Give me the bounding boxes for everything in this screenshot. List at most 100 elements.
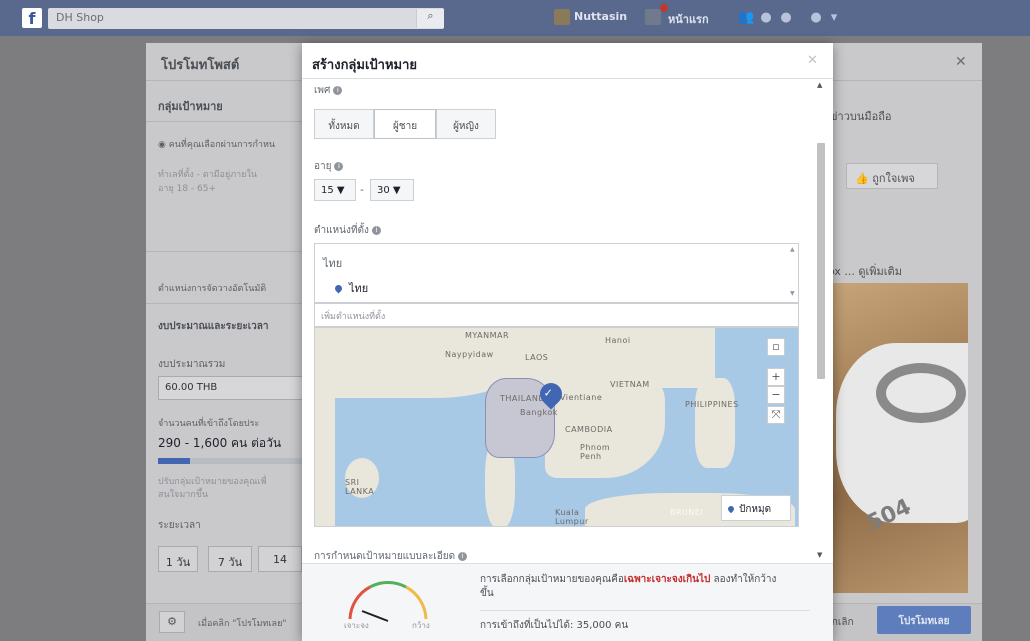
scroll-down-arrow[interactable]: ▼ xyxy=(817,551,822,559)
location-label: ตำแหน่งที่ตั้ง i xyxy=(314,223,381,238)
duration-1-day-button[interactable]: 1 วัน xyxy=(158,546,198,572)
reach-label: จำนวนคนที่เข้าถึงโดยประ xyxy=(158,419,260,429)
map-label-myanmar: MYANMAR xyxy=(465,331,510,340)
promote-post-title: โปรโมทโพสต์ xyxy=(161,58,240,73)
location-list-scrollbar[interactable]: ▲ ▼ xyxy=(789,246,797,300)
info-icon[interactable]: i xyxy=(334,161,344,171)
location-pin-icon xyxy=(333,283,344,294)
map-label-laos: LAOS xyxy=(525,353,549,362)
map-label-vientiane: Vientiane xyxy=(560,393,603,402)
scroll-up-arrow[interactable]: ▲ xyxy=(817,81,822,89)
age-max-select[interactable]: 30 ▼ xyxy=(370,179,414,201)
footer-terms-text: เมื่อคลิก "โปรโมทเลย" xyxy=(198,619,287,629)
reach-msg-highlight: เฉพาะเจาะจงเกินไป xyxy=(623,574,711,585)
location-list[interactable]: ไทย ไทย ▲ ▼ xyxy=(314,243,799,303)
info-icon[interactable]: i xyxy=(458,551,468,561)
age-min-select[interactable]: 15 ▼ xyxy=(314,179,356,201)
reach-note: ปรับกลุ่มเป้าหมายของคุณเพื่ xyxy=(158,477,267,487)
user-avatar[interactable] xyxy=(554,9,570,25)
detailed-targeting-label: การกำหนดเป้าหมายแบบละเอียด i xyxy=(314,549,468,563)
map-zoom-out-button[interactable]: − xyxy=(767,386,785,404)
location-selected-item[interactable]: ไทย xyxy=(333,279,369,297)
user-name-link[interactable]: Nuttasin xyxy=(574,10,627,23)
divider xyxy=(146,121,302,122)
magnifier-icon: ⌕ xyxy=(427,9,434,22)
location-map[interactable]: MYANMAR Naypyidaw LAOS Hanoi Vientiane V… xyxy=(314,327,799,527)
potential-reach: การเข้าถึงที่เป็นไปได้: 35,000 คน xyxy=(480,620,629,631)
promote-close-icon[interactable]: ✕ xyxy=(955,54,967,70)
like-page-label: ถูกใจเพจ xyxy=(872,172,915,185)
budget-input[interactable]: 60.00 THB xyxy=(158,376,308,400)
gender-female-button[interactable]: ผู้หญิง xyxy=(436,109,496,139)
audience-definition-message: การเลือกกลุ่มเป้าหมายของคุณคือเฉพาะเจาะจ… xyxy=(480,573,780,601)
facebook-logo-icon[interactable]: f xyxy=(22,8,42,28)
modal-body: เพศ i ทั้งหมด ผู้ชาย ผู้หญิง อายุ i 15 ▼ -… xyxy=(302,79,833,563)
age-separator: - xyxy=(360,183,364,196)
settings-gear-button[interactable]: ⚙ xyxy=(159,611,185,633)
modal-header: สร้างกลุ่มเป้าหมาย ✕ xyxy=(302,43,833,79)
messages-icon[interactable]: ● xyxy=(758,10,774,26)
budget-label: งบประมาณรวม xyxy=(158,359,226,370)
audience-radio-option[interactable]: ◉ คนที่คุณเลือกผ่านการกำหน xyxy=(158,137,275,151)
divider xyxy=(146,251,302,252)
globe-icon[interactable]: ● xyxy=(778,10,794,26)
gauge-broad-label: กว้าง xyxy=(412,621,430,630)
reach-value: 290 - 1,600 คน ต่อวัน xyxy=(158,436,282,450)
location-country-group: ไทย xyxy=(323,257,343,270)
map-fullscreen-button[interactable]: ▫ xyxy=(767,338,785,356)
info-icon[interactable]: i xyxy=(371,225,381,235)
map-land-west xyxy=(315,378,335,526)
placement-label: ตำแหน่งการจัดวางอัตโนมัติ xyxy=(158,284,267,294)
drop-pin-label: ปักหมุด xyxy=(739,504,772,515)
top-navigation-content: f DH Shop ⌕ Nuttasin หน้าแรก 👥 ● ● ● ▾ xyxy=(0,0,1030,36)
map-label-phnom-penh: Phnom Penh xyxy=(580,443,611,461)
search-input[interactable]: DH Shop xyxy=(48,8,444,29)
map-label-kuala-lumpur: Kuala Lumpur xyxy=(555,508,589,526)
modal-close-icon[interactable]: ✕ xyxy=(807,53,818,68)
divider xyxy=(146,303,302,304)
drop-pin-button[interactable]: ปักหมุด xyxy=(721,495,791,521)
shoe-number: 504 xyxy=(862,494,916,537)
duration-7-days-button[interactable]: 7 วัน xyxy=(208,546,252,572)
map-label-bangkok: Bangkok xyxy=(520,408,558,417)
divider xyxy=(480,610,810,611)
add-location-input[interactable]: เพิ่มตำแหน่งที่ตั้ง xyxy=(314,303,799,327)
map-expand-button[interactable]: ⤧ xyxy=(767,406,785,424)
location-selected-label: ไทย xyxy=(349,282,369,295)
map-label-thailand: THAILAND xyxy=(500,394,545,403)
dropdown-arrow-icon[interactable]: ▾ xyxy=(826,10,842,26)
gender-all-button[interactable]: ทั้งหมด xyxy=(314,109,374,139)
tab-mobile-news-feed[interactable]: ข่าวบนมือถือ xyxy=(830,107,892,125)
map-label-hanoi: Hanoi xyxy=(605,336,631,345)
gender-male-button[interactable]: ผู้ชาย xyxy=(374,109,436,139)
promote-now-button[interactable]: โปรโมทเลย xyxy=(877,606,971,634)
home-avatar-icon xyxy=(645,9,661,25)
tab-audience[interactable]: กลุ่มเป้าหมาย xyxy=(158,97,223,115)
gear-icon: ⚙ xyxy=(167,615,177,628)
map-label-philippines: PHILIPPINES xyxy=(685,400,739,409)
shoe-lace xyxy=(876,363,966,423)
map-zoom-in-button[interactable]: + xyxy=(767,368,785,386)
help-icon[interactable]: ● xyxy=(808,10,824,26)
modal-scrollbar-thumb[interactable] xyxy=(817,143,825,379)
audience-radio-label: คนที่คุณเลือกผ่านการกำหน xyxy=(168,140,276,150)
home-link[interactable]: หน้าแรก xyxy=(668,10,709,28)
shoe-image: 504 xyxy=(836,343,968,537)
gauge-specific-label: เจาะจง xyxy=(344,621,369,630)
search-button[interactable]: ⌕ xyxy=(416,9,444,28)
map-label-vietnam: VIETNAM xyxy=(610,380,650,389)
post-photo: 504 xyxy=(826,283,968,593)
reach-note-2: สนใจมากขึ้น xyxy=(158,490,209,500)
audience-summary-age: อายุ 18 - 65+ xyxy=(158,184,217,194)
like-page-button[interactable]: 👍 ถูกใจเพจ xyxy=(846,163,938,189)
see-more-link[interactable]: ox ... ดูเพิ่มเติม xyxy=(828,262,902,280)
info-icon[interactable]: i xyxy=(333,85,343,95)
friends-icon[interactable]: 👥 xyxy=(738,10,754,26)
create-audience-modal: สร้างกลุ่มเป้าหมาย ✕ เพศ i ทั้งหมด ผู้ชาย… xyxy=(302,43,833,641)
modal-title: สร้างกลุ่มเป้าหมาย xyxy=(312,58,418,73)
audience-summary-location: ทำเลที่ตั้ง - ตามีอยู่ภายใน xyxy=(158,170,258,180)
reach-msg-prefix: การเลือกกลุ่มเป้าหมายของคุณคือ xyxy=(480,574,624,585)
duration-14-days-button[interactable]: 14 xyxy=(258,546,302,572)
notification-dot xyxy=(660,4,668,12)
budget-section-title: งบประมาณและระยะเวลา xyxy=(158,321,269,332)
